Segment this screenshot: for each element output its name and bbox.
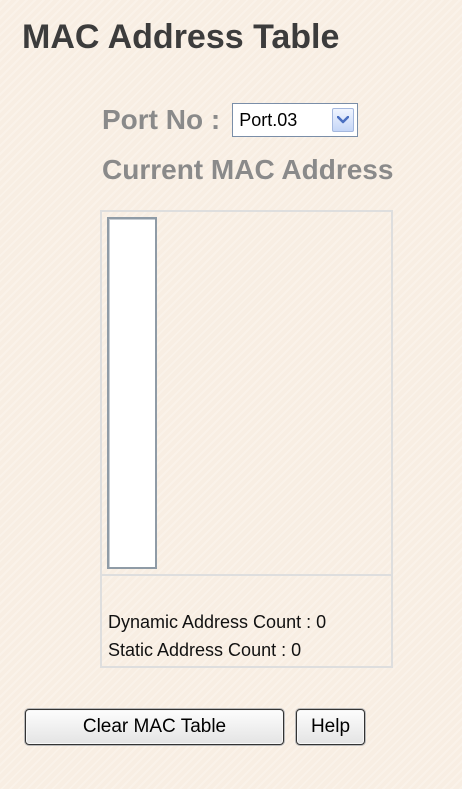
page-title: MAC Address Table: [22, 18, 340, 56]
static-address-count: Static Address Count : 0: [108, 640, 302, 660]
port-no-label: Port No :: [102, 104, 221, 135]
dynamic-address-count: Dynamic Address Count : 0: [108, 612, 327, 632]
mac-address-listbox[interactable]: [107, 217, 157, 569]
port-select-value: Port.03: [239, 109, 298, 130]
panel-divider: [102, 574, 391, 576]
port-select[interactable]: Port.03: [232, 103, 359, 137]
current-mac-address-title: Current MAC Address: [102, 154, 394, 185]
help-button[interactable]: Help: [296, 709, 365, 745]
chevron-down-icon[interactable]: [332, 108, 355, 132]
port-selector-row: Port No : Port.03: [102, 100, 359, 140]
clear-mac-table-button[interactable]: Clear MAC Table: [25, 709, 284, 745]
mac-address-panel: Dynamic Address Count : 0 Static Address…: [100, 210, 393, 668]
